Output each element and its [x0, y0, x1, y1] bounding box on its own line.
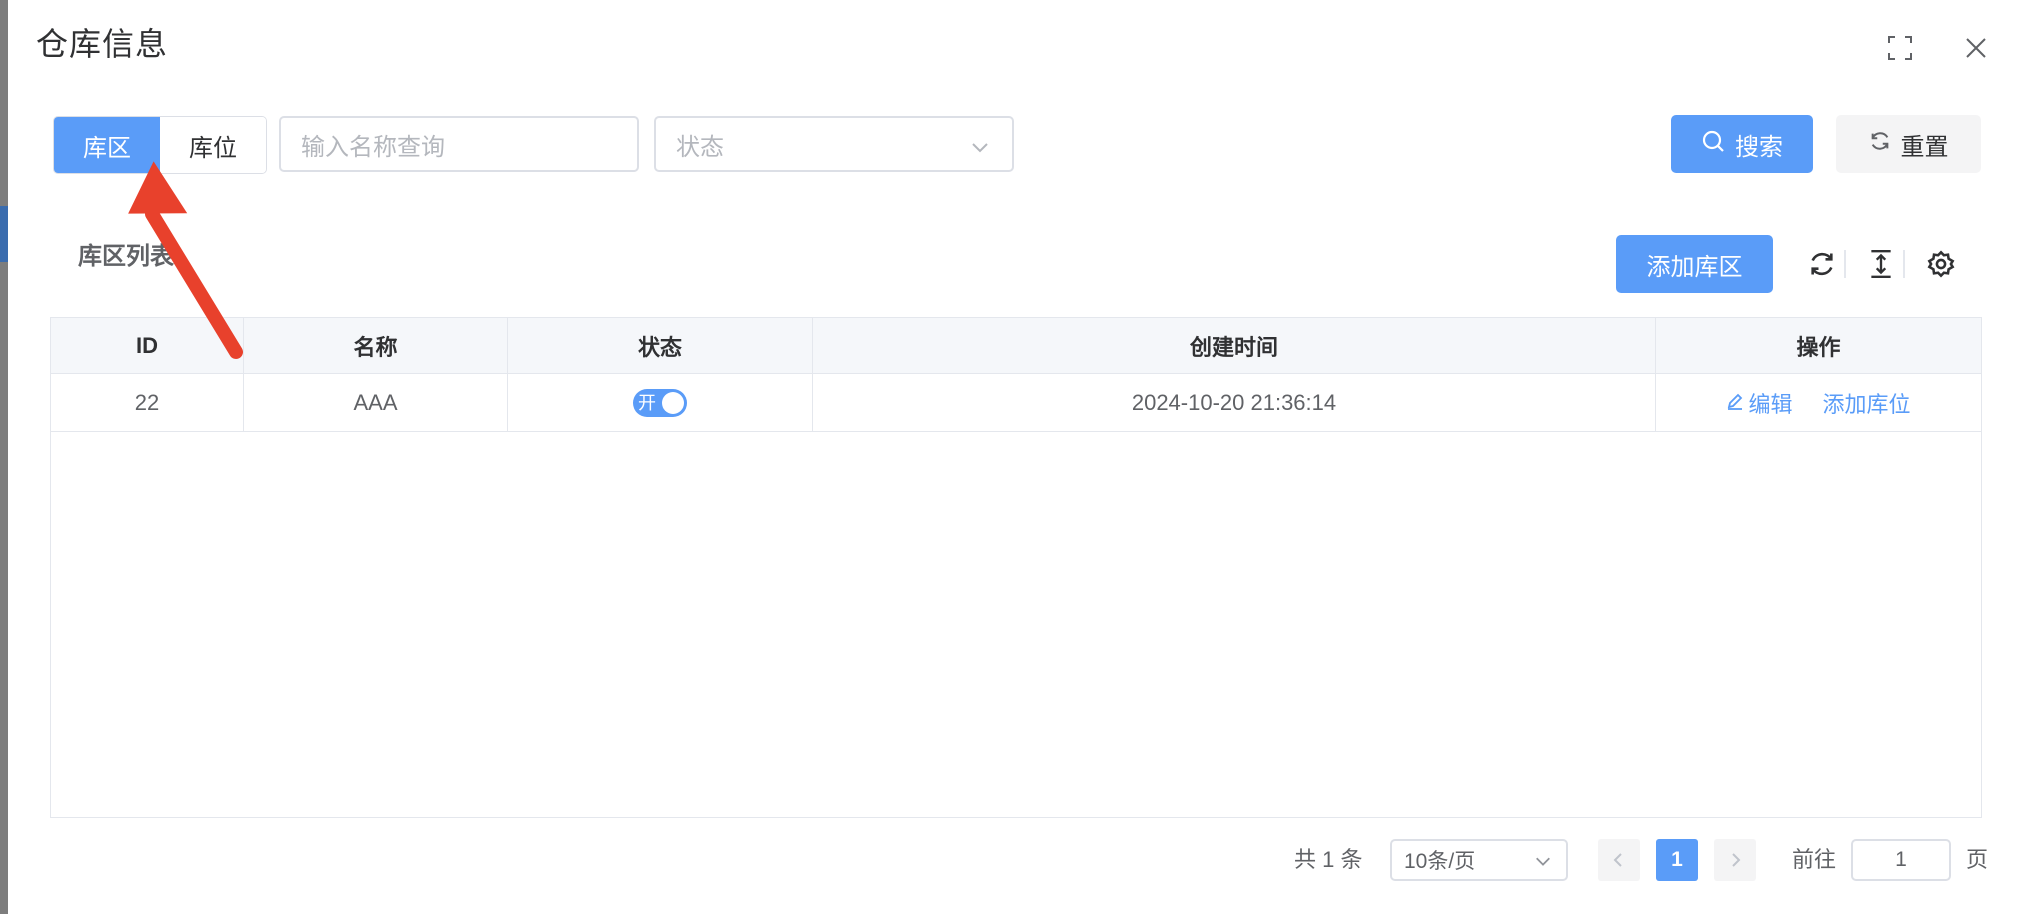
status-select[interactable]: 状态 — [654, 116, 1014, 172]
close-icon[interactable] — [1958, 30, 1994, 66]
table-header: ID 名称 状态 创建时间 操作 — [51, 318, 1981, 374]
name-search-input[interactable]: 输入名称查询 — [279, 116, 639, 172]
column-header-name: 名称 — [244, 318, 508, 373]
prev-page-button[interactable] — [1598, 839, 1640, 881]
pagination-total: 共 1 条 — [1294, 847, 1363, 872]
backdrop-accent — [0, 206, 8, 262]
edit-link[interactable]: 编辑 — [1726, 387, 1793, 419]
column-header-status: 状态 — [508, 318, 813, 373]
fullscreen-icon[interactable] — [1882, 30, 1918, 66]
settings-icon[interactable] — [1923, 246, 1959, 282]
status-toggle-knob — [662, 391, 684, 414]
cell-actions: 编辑 添加库位 — [1656, 374, 1981, 431]
reset-button[interactable]: 重置 — [1836, 115, 1981, 173]
status-select-placeholder: 状态 — [676, 133, 724, 161]
goto-page-input[interactable]: 1 — [1851, 839, 1951, 881]
refresh-icon — [1869, 130, 1891, 159]
page-unit-label: 页 — [1966, 847, 1989, 872]
toolbar-divider — [1903, 250, 1905, 278]
status-toggle-text: 开 — [638, 392, 656, 413]
table-row: 22 AAA 开 2024-10-20 21:36:14 编辑 添加库位 — [51, 374, 1981, 432]
column-height-icon[interactable] — [1863, 246, 1899, 282]
dialog-title: 仓库信息 — [36, 26, 169, 62]
backdrop — [0, 0, 8, 914]
page-size-value: 10条/页 — [1404, 850, 1476, 873]
edit-icon — [1726, 390, 1744, 416]
column-header-created: 创建时间 — [813, 318, 1656, 373]
page-size-select[interactable]: 10条/页 — [1390, 839, 1568, 881]
name-search-placeholder: 输入名称查询 — [301, 133, 445, 161]
cell-name: AAA — [244, 374, 508, 431]
next-page-button[interactable] — [1714, 839, 1756, 881]
zone-table: ID 名称 状态 创建时间 操作 22 AAA 开 2024-10-20 21:… — [50, 317, 1982, 818]
add-zone-button[interactable]: 添加库区 — [1616, 235, 1773, 293]
chevron-down-icon — [1534, 852, 1552, 876]
reset-button-label: 重置 — [1900, 133, 1949, 161]
search-button-label: 搜索 — [1735, 133, 1783, 161]
status-toggle[interactable]: 开 — [633, 388, 687, 417]
search-button[interactable]: 搜索 — [1671, 115, 1813, 173]
annotation-arrow — [128, 161, 243, 359]
chevron-down-icon — [970, 136, 990, 164]
cell-status: 开 — [508, 374, 813, 431]
refresh-icon[interactable] — [1804, 246, 1840, 282]
warehouse-dialog: 仓库信息 库区 库位 输入名称查询 状态 搜索 重置 库区列表 添加库区 ID … — [8, 0, 2032, 914]
goto-label: 前往 — [1792, 847, 1837, 872]
add-location-link[interactable]: 添加库位 — [1823, 387, 1911, 419]
column-header-actions: 操作 — [1796, 334, 1841, 360]
page-number-current[interactable]: 1 — [1656, 839, 1698, 881]
edit-link-label: 编辑 — [1748, 391, 1793, 417]
cell-id: 22 — [51, 374, 244, 431]
search-icon — [1701, 129, 1725, 160]
toolbar-divider — [1844, 250, 1846, 278]
cell-created: 2024-10-20 21:36:14 — [813, 374, 1656, 431]
